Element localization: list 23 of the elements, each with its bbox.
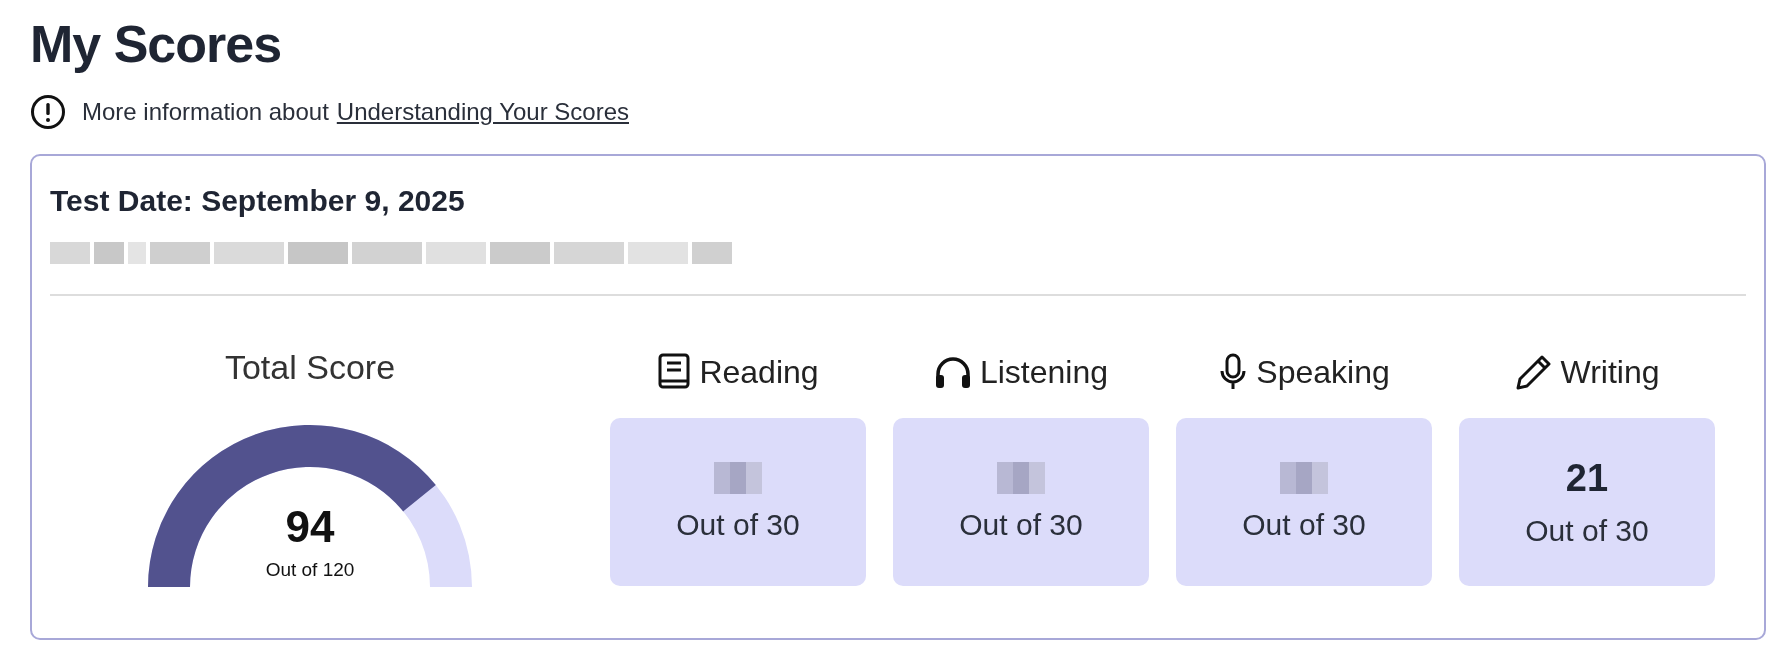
blurred-score (1280, 462, 1328, 494)
book-icon (657, 353, 692, 391)
info-icon (30, 94, 66, 130)
section-name: Writing (1560, 353, 1660, 391)
test-date: Test Date: September 9, 2025 (50, 184, 466, 218)
total-score: 94 (284, 502, 336, 552)
blurred-score (997, 462, 1045, 494)
understanding-scores-link[interactable]: Understanding Your Scores (336, 98, 629, 126)
section-name: Speaking (1256, 353, 1390, 391)
section-score: 21 (1565, 456, 1609, 500)
section-name: Reading (699, 353, 819, 391)
section-name: Listening (979, 353, 1109, 391)
section-out-of: Out of 30 (676, 508, 800, 542)
section-out-of: Out of 30 (1525, 513, 1649, 548)
total-score-label: Total Score (224, 348, 396, 387)
blurred-score (714, 462, 762, 494)
section-out-of: Out of 30 (1242, 508, 1366, 542)
pencil-icon (1514, 353, 1553, 391)
headphones-icon (933, 355, 972, 389)
page-title: My Scores (30, 14, 283, 75)
info-text: More information about (82, 98, 329, 126)
total-out-of: Out of 120 (264, 559, 356, 581)
section-out-of: Out of 30 (959, 508, 1083, 542)
